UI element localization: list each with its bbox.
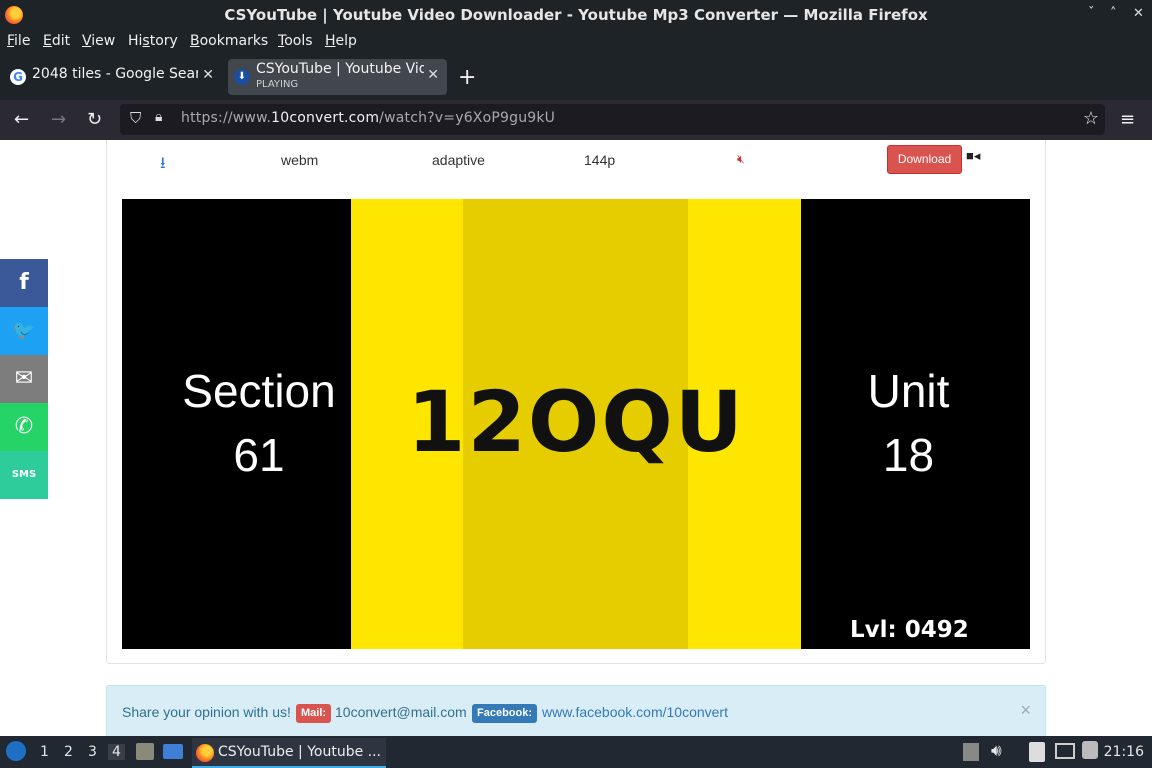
download-button[interactable]: Download — [887, 145, 962, 174]
notification-icon[interactable] — [1082, 741, 1098, 759]
close-tab-icon[interactable]: ✕ — [202, 67, 214, 83]
network-icon[interactable] — [1055, 743, 1075, 759]
share-sms-icon[interactable]: SMS — [0, 451, 48, 499]
download-arrow-icon[interactable]: ⭳ — [160, 152, 166, 179]
tab-bar: G 2048 tiles - Google Search ✕ ⬇ CSYouTu… — [0, 53, 1152, 100]
url-text[interactable]: https://www.10convert.com/watch?v=y6XoP9… — [181, 110, 555, 126]
shield-icon[interactable]: ⛉ — [130, 109, 141, 127]
opinion-alert: Share your opinion with us! Mail: 10conv… — [106, 685, 1046, 736]
site-favicon-icon: ⬇ — [234, 69, 250, 85]
workspace-4[interactable]: 4 — [108, 744, 125, 760]
lock-icon[interactable]: 🔒︎ — [155, 109, 162, 125]
video-right-line1: Unit — [867, 365, 950, 417]
mail-address: 10convert@mail.com — [335, 704, 467, 720]
workspace-1[interactable]: 1 — [40, 744, 49, 760]
menu-help[interactable]: Help — [325, 33, 357, 49]
page-content: ⭳ webm adaptive 144p 🔇︎ Download ■◂ 12OQ… — [0, 140, 1152, 736]
workspace-3[interactable]: 3 — [88, 744, 97, 760]
window-title: CSYouTube | Youtube Video Downloader - Y… — [224, 6, 928, 24]
video-left-text: Section 61 — [144, 359, 374, 487]
tab-csyoutube[interactable]: ⬇ CSYouTube | Youtube Video Downloader P… — [228, 59, 447, 95]
url-bar[interactable]: ⛉ 🔒︎ https://www.10convert.com/watch?v=y… — [120, 104, 1105, 135]
menu-view[interactable]: View — [82, 33, 115, 49]
forward-icon[interactable]: → — [51, 109, 66, 130]
show-desktop-icon[interactable] — [163, 744, 183, 759]
video-camera-icon: ■◂ — [966, 148, 981, 163]
file-manager-icon[interactable] — [136, 743, 154, 760]
tab-playing-status: PLAYING — [256, 79, 299, 90]
close-tab-icon[interactable]: ✕ — [427, 67, 439, 83]
tab-label: 2048 tiles - Google Search — [32, 66, 198, 82]
hamburger-menu-icon[interactable]: ≡ — [1120, 109, 1135, 130]
menu-edit[interactable]: Edit — [43, 33, 70, 49]
start-menu-icon[interactable] — [6, 741, 26, 761]
workspace-2[interactable]: 2 — [64, 744, 73, 760]
opinion-text: Share your opinion with us! — [122, 704, 291, 720]
navigation-bar: ← → ↻ ⛉ 🔒︎ https://www.10convert.com/wat… — [0, 100, 1152, 140]
share-email-icon[interactable]: ✉ — [0, 355, 48, 403]
window-titlebar: CSYouTube | Youtube Video Downloader - Y… — [0, 0, 1152, 30]
back-icon[interactable]: ← — [14, 109, 29, 130]
minimize-button[interactable]: ˇ — [1088, 6, 1095, 21]
menu-bar: File Edit View History Bookmarks Tools H… — [0, 30, 1152, 53]
menu-file[interactable]: File — [7, 33, 30, 49]
reload-icon[interactable]: ↻ — [87, 109, 102, 130]
volume-icon[interactable]: 🔊︎ — [991, 741, 1002, 761]
share-twitter-icon[interactable]: 🐦 — [0, 307, 48, 355]
menu-bookmarks[interactable]: Bookmarks — [190, 33, 268, 49]
format-quality: 144p — [584, 152, 616, 168]
tab-google-search[interactable]: G 2048 tiles - Google Search ✕ — [4, 59, 222, 95]
video-center-code: 12OQU — [407, 373, 745, 471]
tab-label: CSYouTube | Youtube Video Downloader — [256, 61, 424, 77]
taskbar: 1 2 3 4 CSYouTube | Youtube ... 🔊︎ 21:16 — [0, 736, 1152, 768]
new-tab-button[interactable]: + — [458, 65, 476, 90]
bookmark-star-icon[interactable]: ☆ — [1083, 108, 1099, 129]
facebook-badge: Facebook: — [472, 704, 538, 723]
video-left-line1: Section — [182, 365, 336, 417]
tray-upload-icon[interactable] — [963, 743, 979, 761]
mail-badge: Mail: — [296, 704, 332, 723]
clipboard-icon[interactable] — [1029, 742, 1045, 762]
video-left-line2: 61 — [233, 429, 285, 481]
video-level-label: Lvl: 0492 — [850, 617, 969, 643]
firefox-icon — [196, 744, 214, 762]
video-player[interactable]: 12OQU Section 61 Unit 18 Lvl: 0492 — [122, 199, 1030, 649]
clock: 21:16 — [1103, 744, 1144, 760]
close-alert-icon[interactable]: × — [1020, 700, 1031, 721]
menu-tools[interactable]: Tools — [278, 33, 313, 49]
menu-history[interactable]: History — [128, 33, 178, 49]
close-window-button[interactable]: ✕ — [1133, 6, 1144, 21]
facebook-link[interactable]: www.facebook.com/10convert — [542, 704, 728, 720]
muted-audio-icon: 🔇︎ — [737, 152, 745, 166]
share-facebook-icon[interactable]: f — [0, 259, 48, 307]
taskbar-app-label: CSYouTube | Youtube ... — [218, 744, 382, 760]
video-right-text: Unit 18 — [794, 359, 1023, 487]
google-icon: G — [10, 69, 26, 85]
format-type: adaptive — [432, 152, 485, 168]
maximize-button[interactable]: ˄ — [1110, 6, 1117, 21]
video-right-line2: 18 — [882, 429, 935, 481]
taskbar-firefox-app[interactable]: CSYouTube | Youtube ... — [192, 738, 386, 768]
share-whatsapp-icon[interactable]: ✆ — [0, 403, 48, 451]
format-ext: webm — [281, 152, 319, 168]
